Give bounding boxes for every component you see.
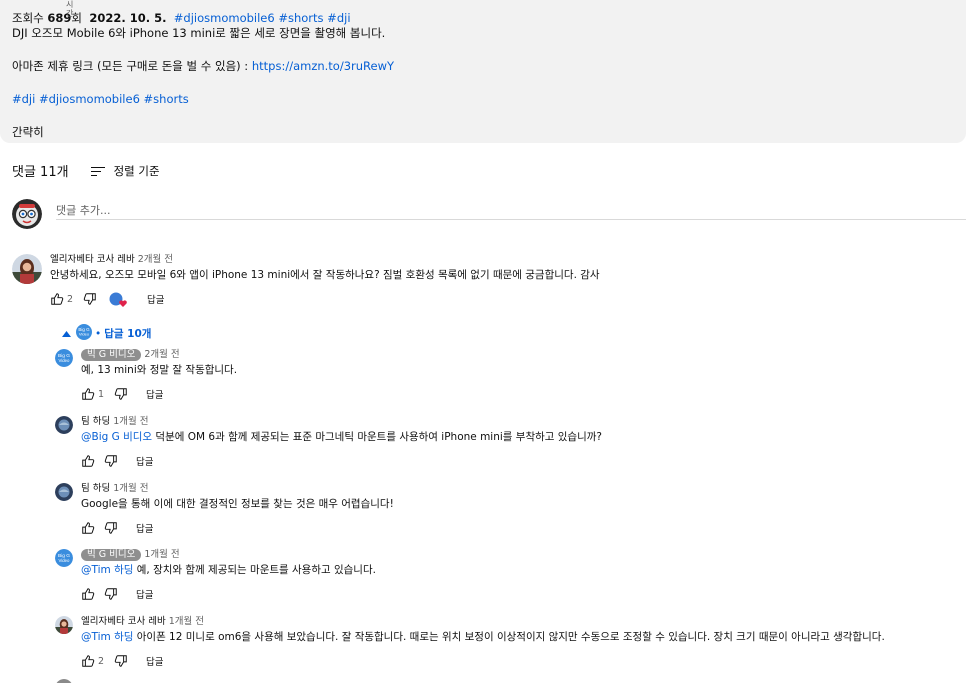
reply-actions: 답글: [81, 521, 394, 535]
creator-chip[interactable]: 빅 G 비디오: [81, 549, 142, 561]
reply: Big G Video 빅 G 비디오 2개월 전 예, 13 mini와 정말 …: [55, 349, 237, 401]
video-description: 시 간 조회수 689회 2022. 10. 5. #djiosmomobile…: [0, 0, 966, 143]
views-label: 조회수: [12, 11, 44, 25]
reply-time[interactable]: 1개월 전: [113, 416, 148, 428]
like-icon[interactable]: [81, 387, 95, 401]
reply-button[interactable]: 답글: [146, 654, 163, 668]
like-icon[interactable]: [81, 521, 95, 535]
reply: 팀 하딩 1개월 전 @Big G 비디오 덕분에 OM 6과 함께 제공되는 …: [55, 416, 602, 468]
reply-avatar[interactable]: Big G Video: [55, 349, 73, 367]
comments-header: 댓글 11개 정렬 기준: [12, 161, 160, 181]
reply-avatar[interactable]: [55, 616, 73, 634]
current-user-avatar: [12, 199, 42, 229]
sort-label: 정렬 기준: [113, 163, 160, 178]
bottom-hashtags[interactable]: #dji #djiosmomobile6 #shorts: [12, 92, 954, 107]
comment: 엘리자베타 코사 레바 2개월 전 안녕하세요, 오즈모 모바일 6와 앱이 i…: [12, 254, 600, 307]
reply: 엘리자베타 코사 레바 1개월 전 @Tim 하딩 아이폰 12 미니로 om6…: [55, 616, 885, 668]
reply-avatar[interactable]: [55, 483, 73, 501]
reply-text: 예, 13 mini와 정말 잘 작동합니다.: [81, 364, 238, 376]
comment-time[interactable]: 2개월 전: [138, 254, 173, 266]
comments-count: 댓글 11개: [12, 165, 69, 180]
mention-link[interactable]: @Tim 하딩: [81, 631, 133, 643]
svg-text:Video: Video: [59, 558, 71, 563]
reply-avatar[interactable]: [55, 416, 73, 434]
creator-heart-icon: [109, 292, 129, 307]
svg-text:Video: Video: [79, 332, 90, 337]
reply-actions: 1 답글: [81, 387, 237, 401]
like-count: 1: [98, 388, 105, 400]
affiliate-link[interactable]: https://amzn.to/3ruRewY: [252, 59, 394, 73]
reply-author: 빅 G 비디오 1개월 전: [81, 549, 376, 561]
sort-button[interactable]: 정렬 기준: [90, 163, 160, 179]
reply-avatar[interactable]: Big G Video: [55, 549, 73, 567]
like-icon[interactable]: [81, 654, 95, 668]
replies-count-label: 답글 10개: [104, 328, 152, 340]
like-icon[interactable]: [81, 454, 95, 468]
add-comment-row: 댓글 추가...: [12, 199, 966, 229]
like-count: 2: [67, 293, 74, 305]
author-name[interactable]: 팀 하딩: [81, 483, 110, 495]
commenter-avatar[interactable]: [12, 254, 42, 284]
reply-button[interactable]: 답글: [147, 292, 164, 306]
author-name[interactable]: 엘리자베타 코사 레바: [81, 616, 166, 628]
reply-time[interactable]: 1개월 전: [169, 616, 204, 628]
reply-author: 엘리자베타 코사 레바 1개월 전: [81, 616, 885, 628]
dislike-icon[interactable]: [104, 587, 118, 601]
affiliate-line: 아마존 제휴 링크 (모든 구매로 돈을 벌 수 있음) : https://a…: [12, 59, 954, 74]
reply-actions: 답글: [81, 454, 602, 468]
reply-text: Google을 통해 이에 대한 결정적인 정보를 찾는 것은 매우 어렵습니다…: [81, 498, 394, 510]
dislike-icon[interactable]: [114, 387, 128, 401]
reply-time[interactable]: 1개월 전: [113, 483, 148, 495]
chevron-up-icon: [62, 330, 71, 337]
description-line: DJI 오즈모 Mobile 6와 iPhone 13 mini로 짧은 세로 …: [12, 26, 386, 40]
like-icon[interactable]: [81, 587, 95, 601]
comment-actions: 2 답글: [50, 292, 600, 307]
creator-chip[interactable]: 빅 G 비디오: [81, 349, 142, 361]
reply: Big G Video 빅 G 비디오 1개월 전 @Tim 하딩 예, 장치와 …: [55, 549, 376, 601]
upload-date: 2022. 10. 5.: [89, 11, 167, 25]
reply-time[interactable]: 2개월 전: [144, 349, 179, 361]
mention-link[interactable]: @Big G 비디오: [81, 431, 152, 443]
reply-text: @Tim 하딩 아이폰 12 미니로 om6을 사용해 보았습니다. 잘 작동합…: [81, 631, 885, 643]
reply-text: @Tim 하딩 예, 장치와 함께 제공되는 마운트를 사용하고 있습니다.: [81, 564, 376, 576]
replies-dot: •: [95, 327, 102, 340]
mention-link[interactable]: @Tim 하딩: [81, 564, 133, 576]
comment-author: 엘리자베타 코사 레바 2개월 전: [50, 254, 600, 266]
add-comment-input[interactable]: 댓글 추가...: [56, 202, 966, 220]
reply-author: 빅 G 비디오 2개월 전: [81, 349, 237, 361]
top-hashtags[interactable]: #djiosmomobile6 #shorts #dji: [174, 11, 351, 25]
reply-author: 팀 하딩 1개월 전: [81, 416, 602, 428]
svg-text:Video: Video: [59, 358, 71, 363]
reply-actions: 답글: [81, 587, 376, 601]
comment-text: 안녕하세요, 오즈모 모바일 6와 앱이 iPhone 13 mini에서 잘 …: [50, 269, 600, 281]
author-name[interactable]: 엘리자베타 코사 레바: [50, 254, 135, 266]
reply-author: 팀 하딩 1개월 전: [81, 483, 394, 495]
reply: 팀 하딩 1개월 전 Google을 통해 이에 대한 결정적인 정보를 찾는 …: [55, 483, 394, 535]
reply-time[interactable]: 1개월 전: [144, 549, 179, 561]
next-reply-avatar: [55, 679, 73, 683]
reply-button[interactable]: 답글: [146, 387, 163, 401]
reply-button[interactable]: 답글: [136, 587, 153, 601]
replies-toggle[interactable]: Big G Video • 답글 10개: [62, 324, 151, 343]
sort-icon: [90, 166, 105, 176]
reply-button[interactable]: 답글: [136, 521, 153, 535]
replier-avatar: Big G Video: [76, 324, 92, 343]
description-tiny-label: 시 간: [66, 0, 74, 18]
like-count: 2: [98, 655, 105, 667]
reply-button[interactable]: 답글: [136, 454, 153, 468]
reply-text: @Big G 비디오 덕분에 OM 6과 함께 제공되는 표준 마그네틱 마운트…: [81, 431, 602, 443]
like-icon[interactable]: [50, 292, 64, 306]
dislike-icon[interactable]: [83, 292, 97, 306]
dislike-icon[interactable]: [114, 654, 128, 668]
description-meta: 조회수 689회 2022. 10. 5. #djiosmomobile6 #s…: [12, 11, 954, 26]
affiliate-text: 아마존 제휴 링크 (모든 구매로 돈을 벌 수 있음) :: [12, 59, 252, 73]
dislike-icon[interactable]: [104, 521, 118, 535]
dislike-icon[interactable]: [104, 454, 118, 468]
show-less-button[interactable]: 간략히: [12, 125, 954, 140]
reply-actions: 2 답글: [81, 654, 885, 668]
author-name[interactable]: 팀 하딩: [81, 416, 110, 428]
